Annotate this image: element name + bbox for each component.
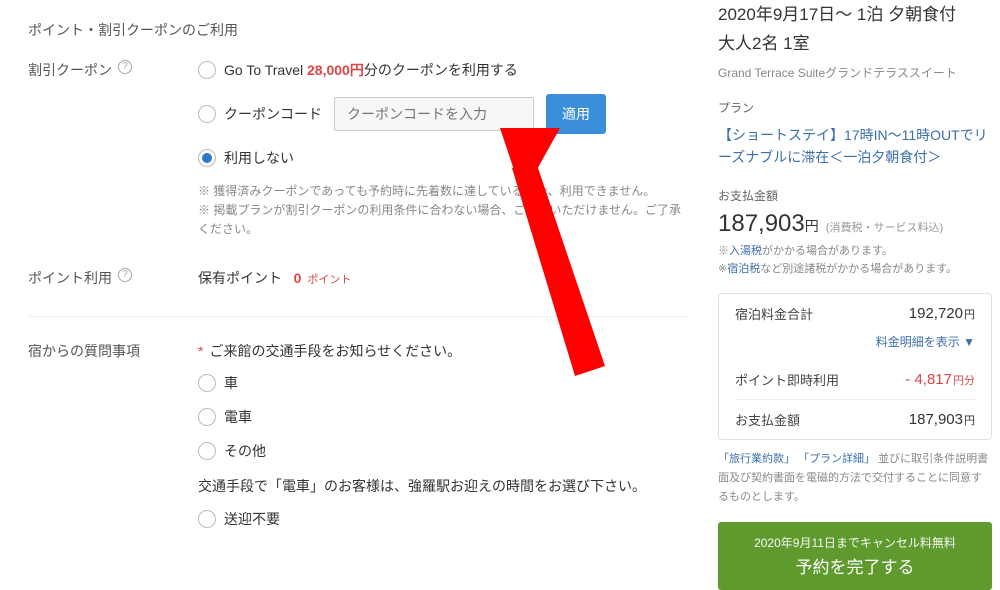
terms-link-yakkan[interactable]: 「旅行業約款」 [718, 453, 795, 465]
points-label: ポイント利用 ? [28, 268, 198, 288]
radio-icon [198, 105, 216, 123]
summary-points: ポイント即時利用 - 4,817円分 [735, 360, 975, 399]
section-title-points: ポイント・割引クーポンのご利用 [28, 20, 688, 40]
radio-icon [198, 374, 216, 392]
question-pickup: 交通手段で「電車」のお客様は、強羅駅お迎えの時間をお選び下さい。 [198, 475, 688, 497]
summary-pay: お支払金額 187,903円 [735, 399, 975, 439]
tax-note: ※入湯税がかかる場合があります。 ※宿泊税など別途諸税がかかる場合があります。 [718, 242, 992, 279]
booking-guests: 大人2名 1室 [718, 29, 992, 54]
radio-icon [198, 442, 216, 460]
suite-name: Grand Terrace Suiteグランドテラススイート [718, 64, 992, 81]
coupon-note: ※ 獲得済みクーポンであっても予約時に先着数に達している場合、利用できません。 … [198, 182, 688, 240]
terms-link-plan[interactable]: 「プラン詳細」 [798, 453, 875, 465]
apply-button[interactable]: 適用 [546, 94, 606, 134]
radio-icon [198, 408, 216, 426]
summary-card: 宿泊料金合計 192,720円 料金明細を表示 ▼ ポイント即時利用 - 4,8… [718, 293, 992, 440]
radio-goto-travel[interactable]: Go To Travel 28,000円分のクーポンを利用する [198, 60, 688, 80]
price-main: 187,903円 (消費税・サービス料込) [718, 210, 992, 238]
terms-note: 「旅行業約款」 「プラン詳細」 並びに取引条件説明書面及び契約書面を電磁的方法で… [718, 450, 992, 506]
plan-link[interactable]: 【ショートステイ】17時IN〜11時OUTでリーズナブルに滞在＜一泊夕朝食付＞ [718, 124, 992, 169]
coupon-label: 割引クーポン ? [28, 60, 198, 240]
radio-transport-train[interactable]: 電車 [198, 407, 688, 427]
divider [28, 316, 688, 317]
plan-header: プラン [718, 99, 992, 116]
help-icon[interactable]: ? [118, 60, 132, 74]
booking-date: 2020年9月17日〜 1泊 夕朝食付 [718, 0, 992, 25]
radio-no-coupon[interactable]: 利用しない [198, 148, 688, 168]
lodgingtax-link[interactable]: 宿泊税 [727, 263, 760, 275]
held-points-value: 0 [294, 270, 302, 286]
price-header: お支払金額 [718, 187, 992, 204]
radio-transport-car[interactable]: 車 [198, 373, 688, 393]
question-transport: *ご来館の交通手段をお知らせください。 [198, 341, 688, 361]
questions-label: 宿からの質問事項 [28, 341, 198, 543]
bathtax-link[interactable]: 入湯税 [729, 245, 762, 257]
radio-icon [198, 149, 216, 167]
radio-icon [198, 61, 216, 79]
coupon-code-input[interactable] [334, 97, 534, 131]
radio-transport-other[interactable]: その他 [198, 441, 688, 461]
price-detail-link[interactable]: 料金明細を表示 ▼ [735, 333, 975, 360]
submit-button[interactable]: 2020年9月11日までキャンセル料無料 予約を完了する [718, 522, 992, 590]
radio-pickup-none[interactable]: 送迎不要 [198, 509, 688, 529]
help-icon[interactable]: ? [118, 268, 132, 282]
held-points-label: 保有ポイント [198, 270, 282, 286]
summary-total: 宿泊料金合計 192,720円 [735, 294, 975, 333]
radio-coupon-code[interactable]: クーポンコード [198, 104, 322, 124]
radio-icon [198, 510, 216, 528]
